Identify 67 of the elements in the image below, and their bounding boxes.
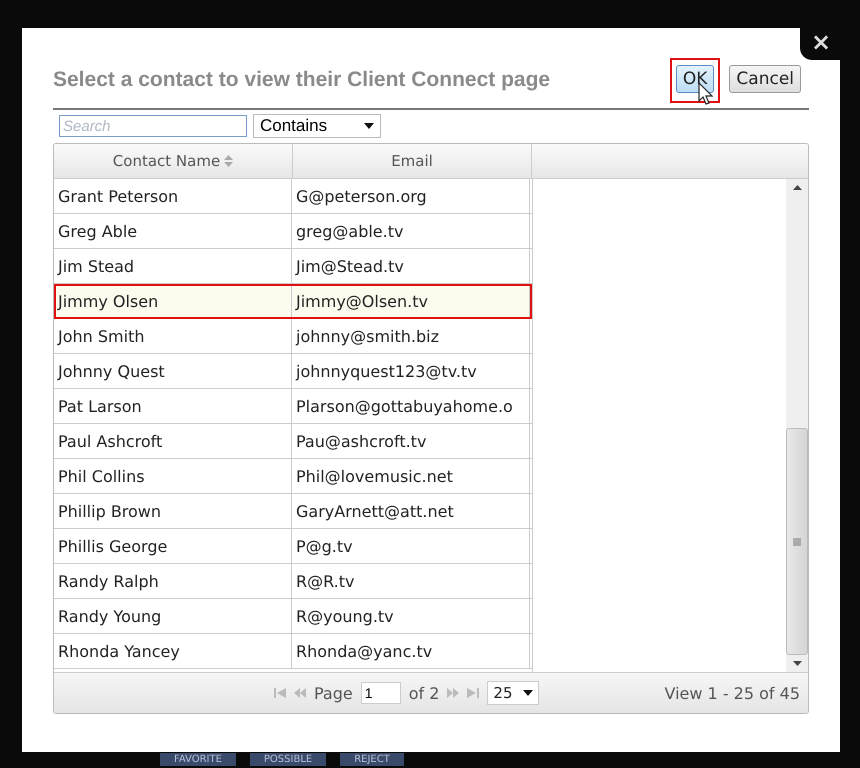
name-cell: John Smith [54,319,292,353]
table-row[interactable]: Rhonda Yancey Rhonda@yanc.tv [54,634,532,669]
page-number-field[interactable]: 1 [360,682,401,704]
name-cell: Pat Larson [54,389,292,423]
page-label: Page [314,684,353,702]
first-page-icon[interactable] [274,688,286,698]
ok-button[interactable]: OK [676,64,714,92]
name-cell: Randy Ralph [54,564,292,598]
name-cell: Jim Stead [54,249,292,283]
scrollbar[interactable] [786,179,808,672]
name-cell: Johnny Quest [54,354,292,388]
name-cell: Greg Able [54,214,292,248]
table-row[interactable]: Pat Larson Plarson@gottabuyahome.o [54,389,532,424]
name-cell: Rhonda Yancey [54,634,292,668]
email-cell: Jimmy@Olsen.tv [292,284,530,318]
search-field[interactable]: Search [59,115,247,137]
table-row[interactable]: Phillis George P@g.tv [54,529,532,564]
cancel-button[interactable]: Cancel [729,64,801,92]
email-cell: R@young.tv [292,599,530,633]
table-row[interactable]: Randy Young R@young.tv [54,599,532,634]
email-cell: Jim@Stead.tv [292,249,530,283]
scroll-up-icon[interactable] [792,185,802,190]
dialog-title: Select a contact to view their Client Connect page [53,68,550,92]
next-page-icon[interactable] [447,688,460,698]
email-cell: johnnyquest123@tv.tv [292,354,530,388]
column-header[interactable]: Email [293,144,532,178]
caret-icon [364,123,374,129]
background-button[interactable]: REJECT [340,753,404,766]
email-cell: Plarson@gottabuyahome.o [292,389,530,423]
email-cell: GaryArnett@att.net [292,494,530,528]
table-row[interactable]: Phillip Brown GaryArnett@att.net [54,494,532,529]
scroll-down-icon[interactable] [792,661,802,666]
previous-page-icon[interactable] [294,688,306,698]
email-cell: johnny@smith.biz [292,319,530,353]
table-row[interactable]: Jim Stead Jim@Stead.tv [54,249,532,284]
email-cell: R@R.tv [292,564,530,598]
page-size-dropdown[interactable]: 25 [487,681,540,705]
name-cell: Randy Young [54,599,292,633]
email-cell: P@g.tv [292,529,530,563]
table-row[interactable]: Greg Able greg@able.tv [54,214,532,249]
column-header[interactable]: Contact Name [54,144,293,178]
table-row[interactable]: Grant Peterson G@peterson.org [54,179,532,214]
background-button[interactable]: POSSIBLE [250,753,326,766]
name-cell: Paul Ashcroft [54,424,292,458]
caret-icon [523,690,534,696]
email-cell: G@peterson.org [292,179,530,213]
name-cell: Phillip Brown [54,494,292,528]
table-row[interactable]: Randy Ralph R@R.tv [54,564,532,599]
background-button[interactable]: FAVORITE [160,753,236,766]
name-cell: Phillis George [54,529,292,563]
email-cell: Phil@lovemusic.net [292,459,530,493]
email-cell: Pau@ashcroft.tv [292,424,530,458]
table-row[interactable]: Jimmy Olsen Jimmy@Olsen.tv [54,284,532,319]
name-cell: Jimmy Olsen [54,284,292,318]
record-summary: View 1 - 25 of 45 [664,684,800,702]
table-row[interactable]: Phil Collins Phil@lovemusic.net [54,459,532,494]
name-cell: Phil Collins [54,459,292,493]
last-page-icon[interactable] [467,688,480,698]
email-cell: Rhonda@yanc.tv [292,634,530,668]
table-row[interactable]: John Smith johnny@smith.biz [54,319,532,354]
email-cell: greg@able.tv [292,214,530,248]
table-row[interactable]: Johnny Quest johnnyquest123@tv.tv [54,354,532,389]
table-row[interactable]: Paul Ashcroft Pau@ashcroft.tv [54,424,532,459]
scroll-thumb[interactable] [786,428,808,655]
match-dropdown[interactable]: Contains [253,114,381,138]
name-cell: Grant Peterson [54,179,292,213]
page-count: of 2 [408,684,440,702]
